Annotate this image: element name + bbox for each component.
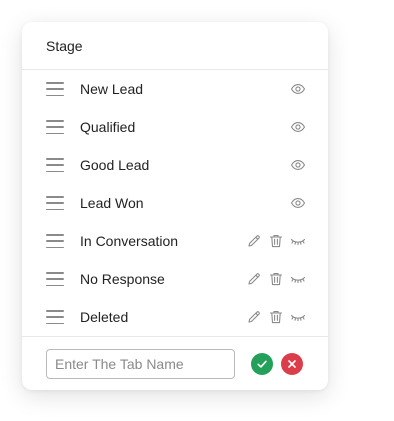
drag-handle-icon[interactable] (46, 196, 64, 210)
stage-row: In Conversation (22, 222, 328, 260)
stage-actions (290, 195, 306, 211)
stage-actions (290, 119, 306, 135)
stage-row: Lead Won (22, 184, 328, 222)
stage-actions (246, 233, 306, 249)
drag-handle-bar (46, 272, 64, 274)
delete-button[interactable] (268, 271, 284, 287)
trash-icon (269, 273, 283, 286)
check-icon (257, 360, 267, 368)
stage-label: Qualified (80, 119, 136, 135)
stage-row: New Lead (22, 70, 328, 108)
drag-handle-icon[interactable] (46, 120, 64, 134)
drag-handle-bar (46, 202, 64, 204)
pencil-icon (248, 273, 260, 285)
drag-handle-bar (46, 132, 64, 134)
edit-button[interactable] (246, 271, 262, 287)
stage-actions (246, 309, 306, 325)
visibility-toggle[interactable] (290, 119, 306, 135)
eye-closed-icon (290, 276, 306, 284)
drag-handle-bar (46, 234, 64, 236)
edit-button[interactable] (246, 309, 262, 325)
confirm-button[interactable] (251, 353, 273, 375)
drag-handle-bar (46, 82, 64, 84)
pencil-icon (248, 235, 260, 247)
new-tab-form (22, 336, 328, 390)
drag-handle-bar (46, 126, 64, 128)
eye-closed-icon (290, 314, 306, 322)
drag-handle-bar (46, 196, 64, 198)
drag-handle-bar (46, 246, 64, 248)
visibility-toggle[interactable] (290, 233, 306, 249)
stage-actions (290, 81, 306, 97)
delete-button[interactable] (268, 309, 284, 325)
stage-label: Good Lead (80, 157, 150, 173)
panel-title: Stage (46, 37, 83, 54)
stage-actions (290, 157, 306, 173)
stage-label: Deleted (80, 309, 129, 325)
drag-handle-bar (46, 310, 64, 312)
drag-handle-bar (46, 240, 64, 242)
close-icon (288, 360, 296, 368)
drag-handle-bar (46, 158, 64, 160)
eye-icon (290, 122, 306, 132)
eye-icon (290, 198, 306, 208)
visibility-toggle[interactable] (290, 309, 306, 325)
drag-handle-bar (46, 284, 64, 286)
stage-row: Deleted (22, 298, 328, 336)
trash-icon (269, 235, 283, 248)
eye-icon (290, 160, 306, 170)
stage-row: Good Lead (22, 146, 328, 184)
drag-handle-icon[interactable] (46, 310, 64, 324)
drag-handle-icon[interactable] (46, 158, 64, 172)
drag-handle-bar (46, 316, 64, 318)
edit-button[interactable] (246, 233, 262, 249)
panel-header: Stage (22, 22, 328, 70)
trash-icon (269, 311, 283, 324)
stage-label: In Conversation (80, 233, 179, 249)
stage-label: New Lead (80, 81, 144, 97)
cancel-button[interactable] (281, 353, 303, 375)
pencil-icon (248, 311, 260, 323)
drag-handle-bar (46, 278, 64, 280)
visibility-toggle[interactable] (290, 81, 306, 97)
stage-actions (246, 271, 306, 287)
eye-icon (290, 84, 306, 94)
visibility-toggle[interactable] (290, 271, 306, 287)
drag-handle-bar (46, 170, 64, 172)
visibility-toggle[interactable] (290, 195, 306, 211)
drag-handle-icon[interactable] (46, 234, 64, 248)
drag-handle-icon[interactable] (46, 272, 64, 286)
stage-row: No Response (22, 260, 328, 298)
stage-list: New Lead Qualified Good Lead Lead Won In Con… (22, 70, 328, 336)
drag-handle-bar (46, 94, 64, 96)
drag-handle-bar (46, 88, 64, 90)
tab-name-input[interactable] (46, 349, 235, 379)
drag-handle-bar (46, 208, 64, 210)
drag-handle-bar (46, 322, 64, 324)
drag-handle-bar (46, 164, 64, 166)
stage-label: No Response (80, 271, 165, 287)
delete-button[interactable] (268, 233, 284, 249)
drag-handle-bar (46, 120, 64, 122)
visibility-toggle[interactable] (290, 157, 306, 173)
stage-label: Lead Won (80, 195, 144, 211)
drag-handle-icon[interactable] (46, 82, 64, 96)
stage-panel: Stage New Lead Qualified Good Lead Lead Won… (22, 22, 328, 390)
stage-row: Qualified (22, 108, 328, 146)
eye-closed-icon (290, 238, 306, 246)
